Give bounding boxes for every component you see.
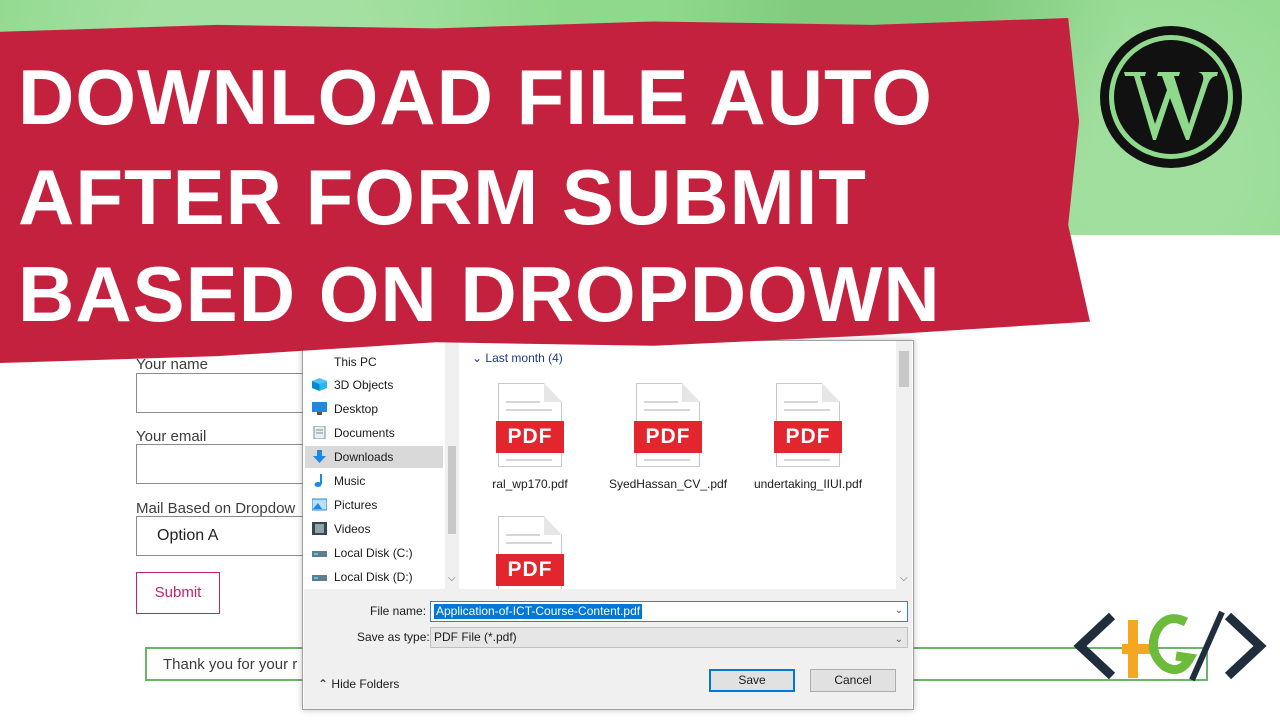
chevron-down-icon[interactable]: ⌄ xyxy=(895,630,903,649)
save-as-type-label: Save as type: xyxy=(357,630,430,644)
cancel-button[interactable]: Cancel xyxy=(810,669,896,692)
title-line-3: BASED ON DROPDOWN xyxy=(18,250,941,338)
wordpress-logo-icon xyxy=(1100,26,1242,168)
desktop-icon xyxy=(312,402,327,415)
file-scroll-thumb[interactable] xyxy=(899,351,909,387)
pdf-line xyxy=(784,401,818,403)
pdf-line xyxy=(784,409,830,411)
title-line-2: AFTER FORM SUBMIT xyxy=(18,153,867,241)
group-header-label: Last month (4) xyxy=(485,351,563,365)
file-name-label: File name: xyxy=(370,604,427,618)
pdf-file-icon: PDF xyxy=(634,383,702,469)
your-email-label: Your email xyxy=(136,428,207,445)
pdf-badge: PDF xyxy=(634,421,702,453)
file-name: undertaking_IIUI.pdf xyxy=(753,477,863,491)
nav-item-desktop[interactable]: Desktop xyxy=(312,398,454,420)
film-icon xyxy=(312,522,327,535)
your-name-label: Your name xyxy=(136,356,208,373)
navigation-pane: This PC 3D Objects Desktop Documents Dow… xyxy=(304,341,459,589)
nav-item-label: Music xyxy=(334,474,366,488)
pdf-file-icon: PDF xyxy=(496,383,564,469)
nav-item-label: Downloads xyxy=(334,450,394,464)
nav-item-label: 3D Objects xyxy=(334,378,394,392)
pdf-badge: PDF xyxy=(496,421,564,453)
pdf-line xyxy=(644,409,690,411)
pdf-line xyxy=(784,459,830,461)
pdf-badge: PDF xyxy=(774,421,842,453)
dropdown-label: Mail Based on Dropdow xyxy=(136,500,296,517)
pdf-line xyxy=(506,401,540,403)
documents-icon xyxy=(313,426,326,439)
email-input[interactable] xyxy=(136,444,311,484)
nav-item-label: Local Disk (C:) xyxy=(334,546,413,560)
nav-scroll-thumb[interactable] xyxy=(448,446,456,534)
file-list-scrollbar[interactable]: ⌵ xyxy=(896,341,912,589)
pdf-line xyxy=(506,542,552,544)
pdf-line xyxy=(644,401,678,403)
pdf-line xyxy=(644,459,690,461)
file-list: ⌄ Last month (4) PDF ral_wp170.pdf PDF S… xyxy=(460,341,896,600)
chevron-down-icon[interactable]: ⌵ xyxy=(448,573,456,584)
file-name-value: Application-of-ICT-Course-Content.pdf xyxy=(434,604,643,619)
file-item[interactable]: PDF SyedHassan_CV_.pdf xyxy=(608,383,728,492)
music-note-icon xyxy=(314,474,322,487)
file-item[interactable]: PDF undertaking_IIUI.pdf xyxy=(748,383,868,492)
file-name: SyedHassan_CV_.pdf xyxy=(608,477,728,491)
nav-item-pictures[interactable]: Pictures xyxy=(312,494,454,516)
title-line-1: DOWNLOAD FILE AUTO xyxy=(18,53,933,141)
pdf-file-icon: PDF xyxy=(774,383,842,469)
hide-folders-button[interactable]: ⌃ Hide Folders xyxy=(318,677,399,691)
nav-item-label: Desktop xyxy=(334,402,379,416)
thank-you-text: Thank you for your r xyxy=(163,656,298,673)
nav-item-documents[interactable]: Documents xyxy=(313,422,454,444)
chevron-down-icon: ⌄ xyxy=(472,351,483,365)
nav-item-local-disk-d[interactable]: Local Disk (D:) xyxy=(312,566,454,588)
nav-scrollbar[interactable]: ⌵ xyxy=(445,341,459,589)
nav-item-label: Pictures xyxy=(334,498,378,512)
nav-item-local-disk-c[interactable]: Local Disk (C:) xyxy=(312,542,454,564)
hide-folders-label: Hide Folders xyxy=(331,677,400,691)
pdf-line xyxy=(506,534,540,536)
name-input[interactable] xyxy=(136,373,311,413)
drive-icon xyxy=(312,551,327,557)
file-name-input[interactable]: Application-of-ICT-Course-Content.pdf ⌄ xyxy=(430,601,908,622)
file-item[interactable]: PDF ral_wp170.pdf xyxy=(470,383,590,492)
nav-item-videos[interactable]: Videos xyxy=(312,518,454,540)
pdf-line xyxy=(506,459,552,461)
cube-icon xyxy=(312,378,327,391)
group-header[interactable]: ⌄ Last month (4) xyxy=(472,351,563,365)
nav-item-label: Documents xyxy=(334,426,395,440)
chevron-up-icon: ⌃ xyxy=(318,677,329,691)
save-as-dialog: This PC 3D Objects Desktop Documents Dow… xyxy=(302,340,914,710)
save-button[interactable]: Save xyxy=(709,669,795,692)
nav-item-label: Local Disk (D:) xyxy=(334,570,413,584)
nav-item-downloads[interactable]: Downloads xyxy=(305,446,443,468)
nav-item-3d-objects[interactable]: 3D Objects xyxy=(312,374,454,396)
download-arrow-icon xyxy=(313,450,326,463)
save-as-type-value: PDF File (*.pdf) xyxy=(434,630,517,644)
save-as-type-select[interactable]: PDF File (*.pdf) ⌄ xyxy=(430,627,908,648)
pdf-badge: PDF xyxy=(496,554,564,586)
nav-item-label: Videos xyxy=(334,522,371,536)
pdf-line xyxy=(506,409,552,411)
dialog-footer: File name: Application-of-ICT-Course-Con… xyxy=(304,589,912,709)
nav-item-music[interactable]: Music xyxy=(314,470,454,492)
pictures-icon xyxy=(312,498,327,511)
nav-item-this-pc[interactable]: This PC xyxy=(334,351,454,373)
dropdown-select[interactable]: Option A xyxy=(136,516,311,556)
file-name: ral_wp170.pdf xyxy=(492,477,568,491)
nav-item-label: This PC xyxy=(334,355,377,369)
drive-icon xyxy=(312,575,327,581)
chevron-down-icon[interactable]: ⌄ xyxy=(895,605,903,616)
chevron-down-icon[interactable]: ⌵ xyxy=(900,573,908,584)
channel-logo-icon xyxy=(1073,610,1267,682)
submit-button[interactable]: Submit xyxy=(136,572,220,614)
